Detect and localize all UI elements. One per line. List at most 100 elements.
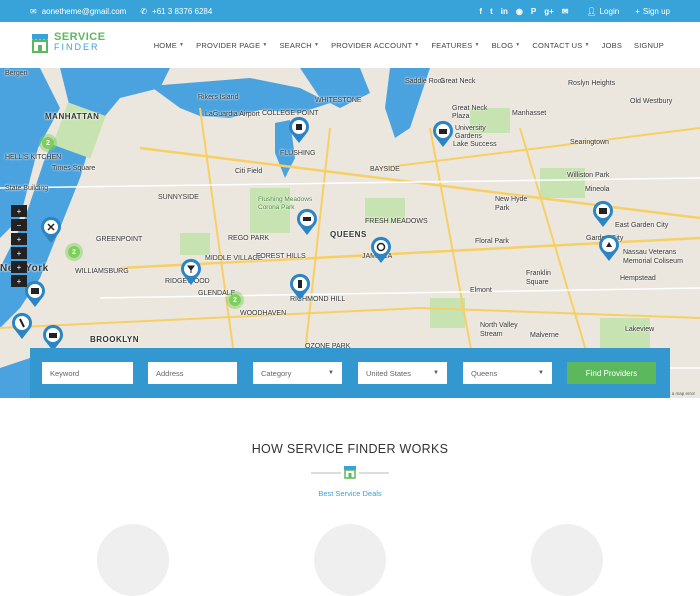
signup-link[interactable]: + Sign up <box>635 7 670 16</box>
nav-contact-us[interactable]: CONTACT US ▼ <box>526 41 595 50</box>
place-label: Citi Field <box>235 168 263 175</box>
map-pin-icon[interactable] <box>296 208 318 236</box>
place-label: Roslyn Heights <box>568 80 616 87</box>
place-label: Bergen <box>5 70 28 77</box>
zoom-in-button[interactable]: + <box>11 205 27 217</box>
envelope-icon: ✉ <box>30 6 37 16</box>
nav-blog[interactable]: BLOG ▼ <box>486 41 527 50</box>
phone-contact[interactable]: ✆ +61 3 8376 6284 <box>140 7 212 16</box>
map-pin-icon[interactable] <box>370 236 392 264</box>
mail-icon[interactable]: ✉ <box>562 7 569 16</box>
login-label: Login <box>599 6 620 16</box>
google-plus-icon[interactable]: g+ <box>544 7 554 16</box>
place-label: SUNNYSIDE <box>158 194 199 201</box>
map-pin-icon[interactable] <box>598 234 620 262</box>
place-label: Williston Park <box>567 172 610 179</box>
twitter-icon[interactable]: t <box>490 7 493 16</box>
place-label: State Building <box>5 185 49 192</box>
linkedin-icon[interactable]: in <box>501 7 508 16</box>
nav-provider-account[interactable]: PROVIDER ACCOUNT ▼ <box>325 41 425 50</box>
login-link[interactable]: 👤︎ Login <box>586 7 619 16</box>
nav-provider-page[interactable]: PROVIDER PAGE ▼ <box>190 41 273 50</box>
place-label: BROOKLYN <box>90 335 140 344</box>
place-label: Lakeview <box>625 326 655 333</box>
caret-down-icon: ▼ <box>538 370 544 376</box>
place-label: Elmont <box>470 287 492 294</box>
keyword-input[interactable]: Keyword <box>42 362 133 384</box>
place-label: BAYSIDE <box>370 166 400 173</box>
step-circle <box>531 524 603 596</box>
place-label: FRESH MEADOWS <box>365 218 428 225</box>
place-label: FLUSHING <box>280 150 316 157</box>
place-label: Floral Park <box>475 238 509 245</box>
map-pin-icon[interactable] <box>289 273 311 301</box>
nav-label: PROVIDER ACCOUNT <box>331 40 413 50</box>
nav-label: HOME <box>153 40 177 50</box>
plus-icon: + <box>635 6 640 16</box>
nav-label: PROVIDER PAGE <box>196 40 261 50</box>
map-control-button[interactable]: + <box>11 233 27 245</box>
find-providers-button[interactable]: Find Providers <box>567 362 656 384</box>
address-input[interactable]: Address <box>148 362 237 384</box>
zoom-out-button[interactable]: − <box>11 219 27 231</box>
nav-signup[interactable]: SIGNUP <box>628 41 670 50</box>
logo[interactable]: SERVICE FINDER <box>30 30 106 54</box>
place-label: Malverne <box>530 332 559 339</box>
map-pin-icon[interactable] <box>40 216 62 244</box>
map-pin-icon[interactable] <box>11 312 33 340</box>
nav-label: FEATURES <box>431 40 473 50</box>
city-select[interactable]: Queens ▼ <box>463 362 552 384</box>
email-text: aonetheme@gmail.com <box>41 6 127 16</box>
map-pin-icon[interactable] <box>288 116 310 144</box>
place-label: Saddle Rock <box>405 78 445 85</box>
place-label: Rikers Island <box>198 94 239 101</box>
place-label: WILLIAMSBURG <box>75 268 129 275</box>
map-pin-icon[interactable] <box>24 280 46 308</box>
map-pin-icon[interactable] <box>432 120 454 148</box>
facebook-icon[interactable]: f <box>479 7 482 16</box>
caret-down-icon: ▼ <box>433 370 439 376</box>
place-label: Searingtown <box>570 139 609 146</box>
place-label: FOREST HILLS <box>256 253 306 260</box>
place-label: New Hyde Park <box>495 196 528 212</box>
place-label: Times Square <box>52 165 96 172</box>
map-control-button[interactable]: + <box>11 261 27 273</box>
top-bar-right: f t in ◉ P g+ ✉ 👤︎ Login + Sign up <box>479 0 670 22</box>
store-logo-icon <box>30 30 50 54</box>
map-cluster[interactable]: 2 <box>226 291 244 309</box>
map-control-button[interactable]: + <box>11 275 27 287</box>
nav-search[interactable]: SEARCH ▼ <box>273 41 325 50</box>
city-value: Queens <box>471 368 498 378</box>
nav-home[interactable]: HOME ▼ <box>148 41 190 50</box>
nav-jobs[interactable]: JOBS <box>596 41 628 50</box>
place-label: REGO PARK <box>228 235 270 242</box>
map-pin-icon[interactable] <box>592 200 614 228</box>
nav-label: SIGNUP <box>634 40 664 50</box>
section-title: HOW SERVICE FINDER WORKS <box>251 442 449 456</box>
step-circle <box>314 524 386 596</box>
nav-label: BLOG <box>491 40 514 50</box>
place-label: University Gardens <box>455 125 486 140</box>
place-label: MANHATTAN <box>45 112 100 121</box>
phone-icon: ✆ <box>140 6 148 16</box>
map-pin-icon[interactable] <box>180 258 202 286</box>
place-label: LaGuardia Airport <box>205 111 260 118</box>
place-label: Great Neck <box>440 78 476 85</box>
nav-features[interactable]: FEATURES ▼ <box>425 41 485 50</box>
map-cluster[interactable]: 2 <box>65 243 83 261</box>
map-control-button[interactable]: + <box>11 247 27 259</box>
place-label: Nassau Veterans Memorial Coliseum <box>623 249 683 265</box>
chevron-down-icon: ▼ <box>313 42 320 48</box>
place-label: Old Westbury <box>630 98 673 105</box>
nav-label: SEARCH <box>279 40 312 50</box>
country-select[interactable]: United States ▼ <box>358 362 447 384</box>
email-contact[interactable]: ✉ aonetheme@gmail.com <box>30 7 126 16</box>
nav-label: JOBS <box>601 40 623 50</box>
map-cluster[interactable]: 2 <box>39 134 57 152</box>
chevron-down-icon: ▼ <box>179 42 185 48</box>
chevron-down-icon: ▼ <box>515 42 521 48</box>
pinterest-icon[interactable]: P <box>531 7 536 16</box>
category-select[interactable]: Category ▼ <box>253 362 342 384</box>
dribbble-icon[interactable]: ◉ <box>516 7 523 16</box>
place-label: Manhasset <box>512 110 547 117</box>
